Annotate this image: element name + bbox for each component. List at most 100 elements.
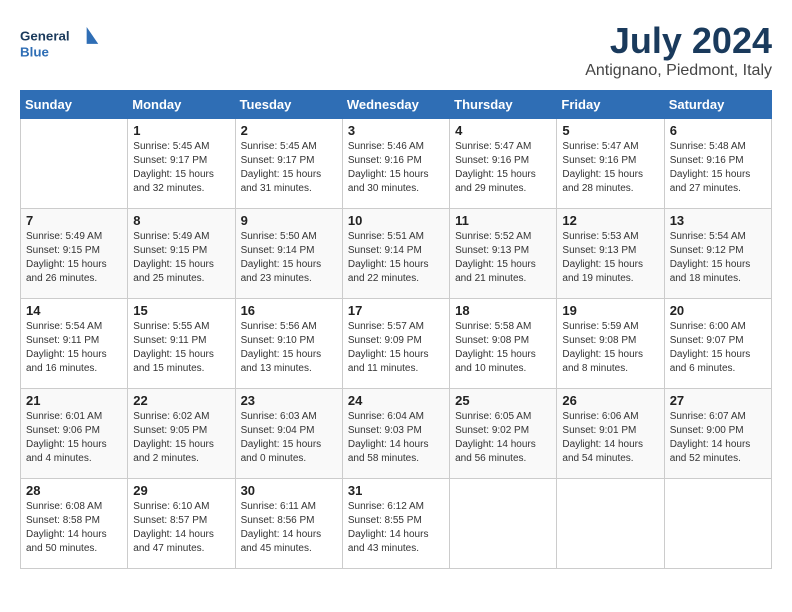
- weekday-header-row: SundayMondayTuesdayWednesdayThursdayFrid…: [21, 91, 772, 119]
- calendar-cell: 14Sunrise: 5:54 AMSunset: 9:11 PMDayligh…: [21, 299, 128, 389]
- calendar-cell: 23Sunrise: 6:03 AMSunset: 9:04 PMDayligh…: [235, 389, 342, 479]
- calendar-cell: 25Sunrise: 6:05 AMSunset: 9:02 PMDayligh…: [450, 389, 557, 479]
- day-info: Sunrise: 6:02 AMSunset: 9:05 PMDaylight:…: [133, 410, 229, 466]
- day-number: 11: [455, 213, 551, 228]
- day-info: Sunrise: 5:48 AMSunset: 9:16 PMDaylight:…: [670, 140, 766, 196]
- svg-text:Blue: Blue: [20, 44, 49, 59]
- day-number: 21: [26, 393, 122, 408]
- logo: General Blue: [20, 20, 100, 65]
- calendar-cell: [21, 119, 128, 209]
- day-number: 8: [133, 213, 229, 228]
- day-number: 12: [562, 213, 658, 228]
- calendar-cell: [557, 479, 664, 569]
- day-number: 25: [455, 393, 551, 408]
- svg-text:General: General: [20, 28, 70, 43]
- calendar-table: SundayMondayTuesdayWednesdayThursdayFrid…: [20, 90, 772, 569]
- day-info: Sunrise: 6:00 AMSunset: 9:07 PMDaylight:…: [670, 320, 766, 376]
- day-number: 5: [562, 123, 658, 138]
- day-info: Sunrise: 5:45 AMSunset: 9:17 PMDaylight:…: [241, 140, 337, 196]
- day-number: 19: [562, 303, 658, 318]
- location-title: Antignano, Piedmont, Italy: [585, 62, 772, 80]
- day-number: 13: [670, 213, 766, 228]
- day-info: Sunrise: 5:50 AMSunset: 9:14 PMDaylight:…: [241, 230, 337, 286]
- calendar-cell: 2 Sunrise: 5:45 AMSunset: 9:17 PMDaylight…: [235, 119, 342, 209]
- day-info: Sunrise: 5:49 AMSunset: 9:15 PMDaylight:…: [26, 230, 122, 286]
- day-info: Sunrise: 5:56 AMSunset: 9:10 PMDaylight:…: [241, 320, 337, 376]
- day-info: Sunrise: 6:10 AMSunset: 8:57 PMDaylight:…: [133, 500, 229, 556]
- weekday-header-sunday: Sunday: [21, 91, 128, 119]
- calendar-week-row: 28 Sunrise: 6:08 AMSunset: 8:58 PMDayligh…: [21, 479, 772, 569]
- day-info: Sunrise: 6:06 AMSunset: 9:01 PMDaylight:…: [562, 410, 658, 466]
- calendar-week-row: 7 Sunrise: 5:49 AMSunset: 9:15 PMDaylight…: [21, 209, 772, 299]
- day-info: Sunrise: 6:07 AMSunset: 9:00 PMDaylight:…: [670, 410, 766, 466]
- calendar-cell: 9Sunrise: 5:50 AMSunset: 9:14 PMDaylight…: [235, 209, 342, 299]
- day-number: 20: [670, 303, 766, 318]
- calendar-cell: 5 Sunrise: 5:47 AMSunset: 9:16 PMDaylight…: [557, 119, 664, 209]
- day-number: 29: [133, 483, 229, 498]
- calendar-cell: 31 Sunrise: 6:12 AMSunset: 8:55 PMDayligh…: [342, 479, 449, 569]
- day-number: 22: [133, 393, 229, 408]
- day-number: 10: [348, 213, 444, 228]
- day-info: Sunrise: 6:11 AMSunset: 8:56 PMDaylight:…: [241, 500, 337, 556]
- weekday-header-monday: Monday: [128, 91, 235, 119]
- calendar-cell: 10Sunrise: 5:51 AMSunset: 9:14 PMDayligh…: [342, 209, 449, 299]
- day-number: 14: [26, 303, 122, 318]
- calendar-cell: 7 Sunrise: 5:49 AMSunset: 9:15 PMDaylight…: [21, 209, 128, 299]
- day-number: 17: [348, 303, 444, 318]
- calendar-cell: 8Sunrise: 5:49 AMSunset: 9:15 PMDaylight…: [128, 209, 235, 299]
- calendar-cell: [450, 479, 557, 569]
- day-number: 7: [26, 213, 122, 228]
- calendar-week-row: 21 Sunrise: 6:01 AMSunset: 9:06 PMDayligh…: [21, 389, 772, 479]
- calendar-cell: 17 Sunrise: 5:57 AMSunset: 9:09 PMDayligh…: [342, 299, 449, 389]
- calendar-cell: 1 Sunrise: 5:45 AMSunset: 9:17 PMDaylight…: [128, 119, 235, 209]
- day-info: Sunrise: 5:55 AMSunset: 9:11 PMDaylight:…: [133, 320, 229, 376]
- day-info: Sunrise: 5:52 AMSunset: 9:13 PMDaylight:…: [455, 230, 551, 286]
- calendar-cell: 12 Sunrise: 5:53 AMSunset: 9:13 PMDayligh…: [557, 209, 664, 299]
- calendar-cell: 24Sunrise: 6:04 AMSunset: 9:03 PMDayligh…: [342, 389, 449, 479]
- calendar-week-row: 1 Sunrise: 5:45 AMSunset: 9:17 PMDaylight…: [21, 119, 772, 209]
- calendar-week-row: 14Sunrise: 5:54 AMSunset: 9:11 PMDayligh…: [21, 299, 772, 389]
- day-number: 4: [455, 123, 551, 138]
- calendar-cell: 6 Sunrise: 5:48 AMSunset: 9:16 PMDaylight…: [664, 119, 771, 209]
- day-number: 16: [241, 303, 337, 318]
- day-number: 31: [348, 483, 444, 498]
- calendar-cell: 4Sunrise: 5:47 AMSunset: 9:16 PMDaylight…: [450, 119, 557, 209]
- calendar-cell: 15 Sunrise: 5:55 AMSunset: 9:11 PMDayligh…: [128, 299, 235, 389]
- calendar-cell: 11 Sunrise: 5:52 AMSunset: 9:13 PMDayligh…: [450, 209, 557, 299]
- day-number: 2: [241, 123, 337, 138]
- calendar-cell: 3Sunrise: 5:46 AMSunset: 9:16 PMDaylight…: [342, 119, 449, 209]
- day-number: 26: [562, 393, 658, 408]
- day-number: 28: [26, 483, 122, 498]
- day-info: Sunrise: 5:58 AMSunset: 9:08 PMDaylight:…: [455, 320, 551, 376]
- day-info: Sunrise: 5:45 AMSunset: 9:17 PMDaylight:…: [133, 140, 229, 196]
- weekday-header-thursday: Thursday: [450, 91, 557, 119]
- day-number: 15: [133, 303, 229, 318]
- calendar-cell: 18Sunrise: 5:58 AMSunset: 9:08 PMDayligh…: [450, 299, 557, 389]
- calendar-cell: [664, 479, 771, 569]
- day-info: Sunrise: 5:57 AMSunset: 9:09 PMDaylight:…: [348, 320, 444, 376]
- day-info: Sunrise: 5:53 AMSunset: 9:13 PMDaylight:…: [562, 230, 658, 286]
- day-info: Sunrise: 6:12 AMSunset: 8:55 PMDaylight:…: [348, 500, 444, 556]
- calendar-cell: 16 Sunrise: 5:56 AMSunset: 9:10 PMDayligh…: [235, 299, 342, 389]
- calendar-cell: 19 Sunrise: 5:59 AMSunset: 9:08 PMDayligh…: [557, 299, 664, 389]
- calendar-cell: 28 Sunrise: 6:08 AMSunset: 8:58 PMDayligh…: [21, 479, 128, 569]
- day-info: Sunrise: 6:03 AMSunset: 9:04 PMDaylight:…: [241, 410, 337, 466]
- weekday-header-friday: Friday: [557, 91, 664, 119]
- day-number: 6: [670, 123, 766, 138]
- calendar-cell: 29 Sunrise: 6:10 AMSunset: 8:57 PMDayligh…: [128, 479, 235, 569]
- day-info: Sunrise: 6:01 AMSunset: 9:06 PMDaylight:…: [26, 410, 122, 466]
- title-block: July 2024 Antignano, Piedmont, Italy: [585, 20, 772, 80]
- day-info: Sunrise: 6:08 AMSunset: 8:58 PMDaylight:…: [26, 500, 122, 556]
- day-info: Sunrise: 6:04 AMSunset: 9:03 PMDaylight:…: [348, 410, 444, 466]
- month-title: July 2024: [585, 20, 772, 62]
- day-info: Sunrise: 5:59 AMSunset: 9:08 PMDaylight:…: [562, 320, 658, 376]
- day-number: 1: [133, 123, 229, 138]
- day-number: 30: [241, 483, 337, 498]
- logo-svg: General Blue: [20, 20, 100, 65]
- calendar-cell: 13 Sunrise: 5:54 AMSunset: 9:12 PMDayligh…: [664, 209, 771, 299]
- calendar-cell: 26 Sunrise: 6:06 AMSunset: 9:01 PMDayligh…: [557, 389, 664, 479]
- day-info: Sunrise: 5:54 AMSunset: 9:12 PMDaylight:…: [670, 230, 766, 286]
- weekday-header-saturday: Saturday: [664, 91, 771, 119]
- page-header: General Blue July 2024 Antignano, Piedmo…: [20, 20, 772, 80]
- day-info: Sunrise: 5:47 AMSunset: 9:16 PMDaylight:…: [562, 140, 658, 196]
